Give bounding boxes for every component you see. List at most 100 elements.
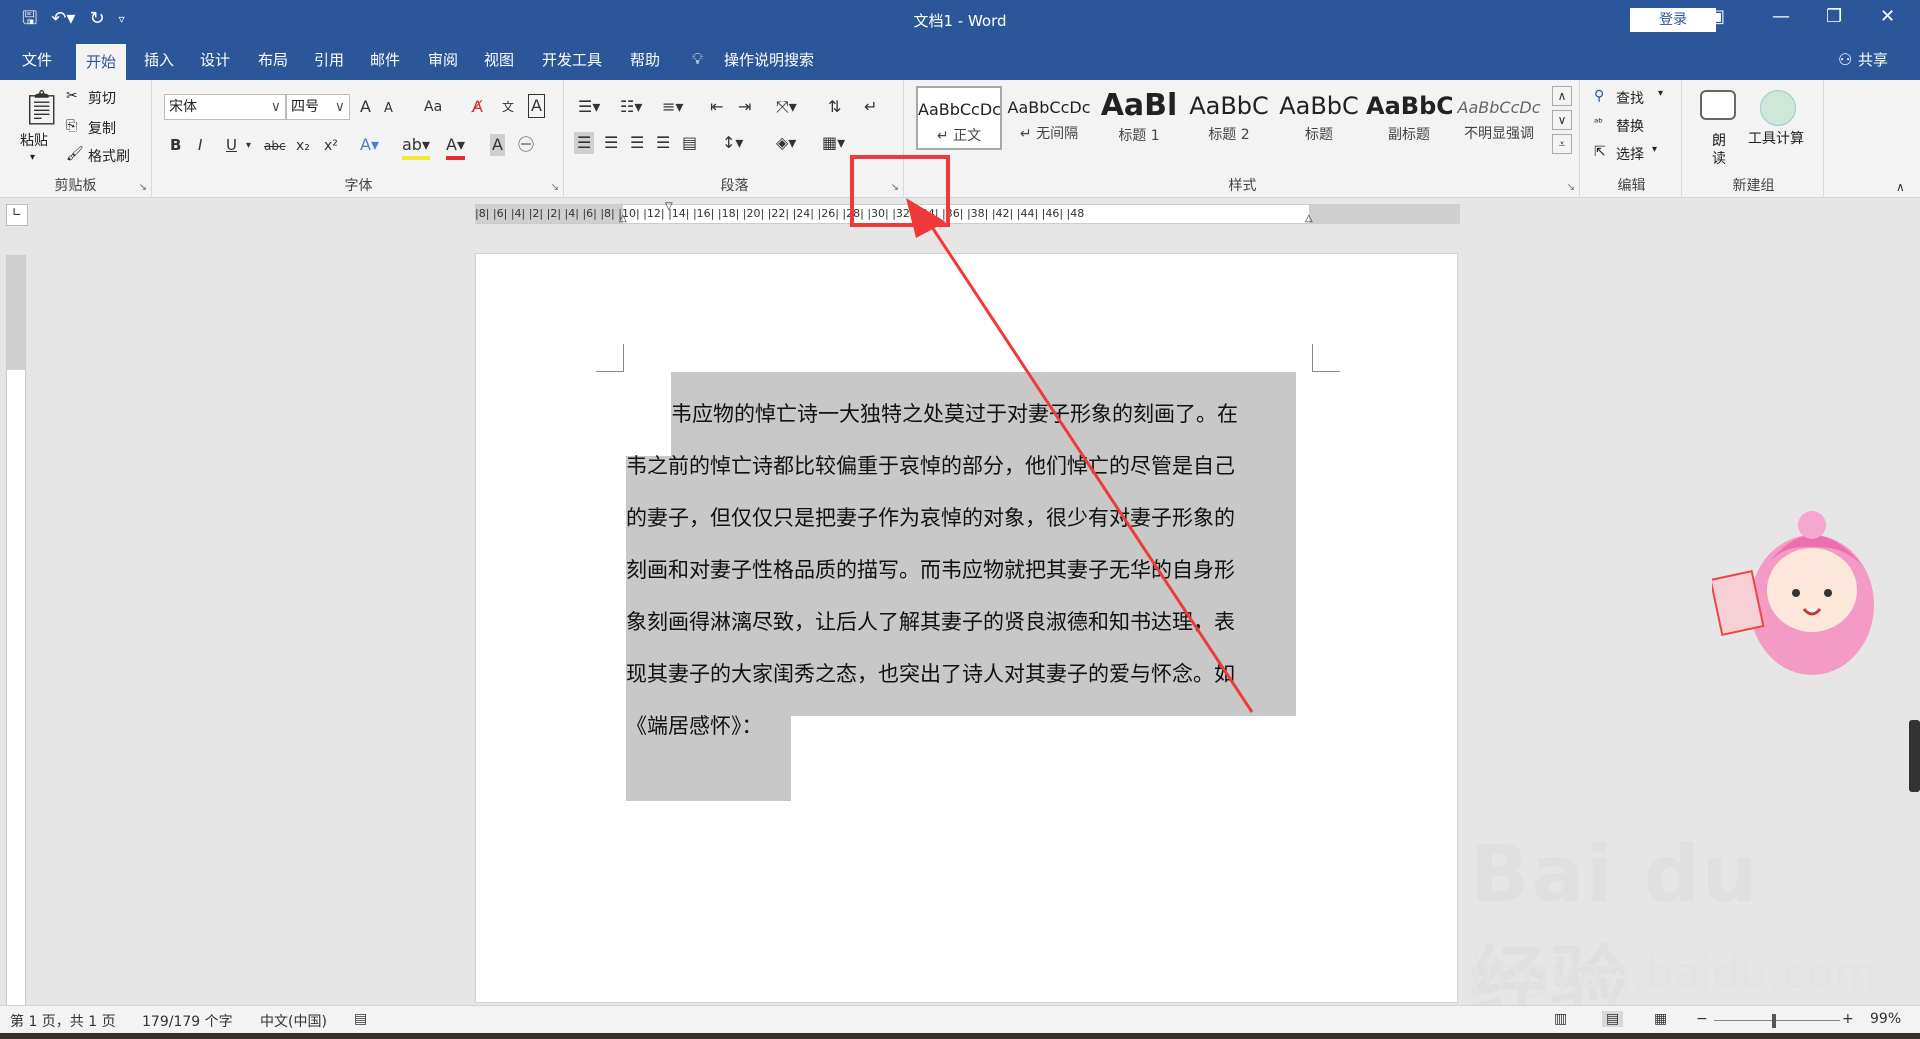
phonetic-guide-icon[interactable]: 文 [502, 96, 514, 118]
increase-indent-icon[interactable]: ⇥ [738, 96, 751, 118]
minimize-icon[interactable]: — [1772, 6, 1790, 27]
chevron-down-icon[interactable]: ∨ [271, 95, 281, 119]
tab-developer[interactable]: 开发工具 [532, 40, 612, 80]
first-line-indent-marker[interactable]: ▽ [665, 201, 673, 212]
justify-icon[interactable]: ☰ [656, 132, 670, 154]
underline-dropdown-icon[interactable]: ▾ [246, 135, 251, 157]
language[interactable]: 中文(中国) [260, 1011, 327, 1031]
clipboard-launcher-icon[interactable]: ↘ [139, 182, 147, 193]
paste-icon[interactable]: 📋︎ [20, 88, 63, 128]
clear-formatting-icon[interactable]: A̸ [472, 96, 483, 118]
align-center-icon[interactable]: ☰ [604, 132, 618, 154]
paste-button[interactable]: 粘贴 [20, 130, 48, 150]
align-right-icon[interactable]: ☰ [630, 132, 644, 154]
paste-dropdown-icon[interactable]: ▾ [30, 152, 35, 163]
tab-design[interactable]: 设计 [190, 40, 240, 80]
tab-help[interactable]: 帮助 [620, 40, 670, 80]
zoom-in-icon[interactable]: + [1842, 1011, 1854, 1027]
chinese-layout-icon[interactable]: ⤧▾ [776, 96, 797, 118]
tab-insert[interactable]: 插入 [134, 40, 184, 80]
text-effects-icon[interactable]: A▾ [360, 134, 379, 156]
zoom-level[interactable]: 99% [1870, 1011, 1901, 1027]
zoom-slider[interactable] [1714, 1020, 1840, 1021]
print-layout-icon[interactable]: ▤ [1602, 1011, 1624, 1027]
ribbon-display-options-icon[interactable]: ▣ [1708, 6, 1725, 27]
web-layout-icon[interactable]: ▦ [1654, 1011, 1667, 1027]
font-color-icon[interactable]: A▾ [446, 134, 465, 160]
find-button[interactable]: 查找 [1616, 88, 1644, 108]
bold-button[interactable]: B [170, 134, 181, 156]
decrease-indent-icon[interactable]: ⇤ [710, 96, 723, 118]
strikethrough-button[interactable]: abc [264, 135, 286, 157]
highlight-icon[interactable]: ab▾ [402, 134, 430, 160]
tab-file[interactable]: 文件 [12, 40, 62, 80]
tool-calc-button[interactable]: 工具计算 [1748, 128, 1804, 148]
close-icon[interactable]: ✕ [1880, 6, 1895, 27]
style-heading-2[interactable]: AaBbC 标题 2 [1186, 86, 1272, 150]
font-name-combo[interactable]: 宋体 ∨ [164, 94, 286, 120]
document-paragraph[interactable]: 韦应物的悼亡诗一大独特之处莫过于对妻子形象的刻画了。在 韦之前的悼亡诗都比较偏重… [626, 388, 1296, 752]
share-button[interactable]: 共享 [1858, 40, 1888, 80]
tab-view[interactable]: 视图 [474, 40, 524, 80]
style-no-spacing[interactable]: AaBbCcDc ↵ 无间隔 [1006, 86, 1092, 150]
font-size-combo[interactable]: 四号 ∨ [286, 94, 350, 120]
copy-button[interactable]: 复制 [88, 118, 116, 138]
change-case-button[interactable]: Aa [424, 96, 442, 118]
tab-review[interactable]: 审阅 [418, 40, 468, 80]
macro-record-icon[interactable]: ▤ [354, 1011, 367, 1027]
zoom-slider-thumb[interactable] [1772, 1014, 1776, 1028]
enclose-characters-icon[interactable]: ㊀ [518, 134, 534, 156]
italic-button[interactable]: I [198, 134, 202, 156]
chevron-down-icon[interactable]: ∨ [335, 95, 345, 119]
tab-layout[interactable]: 布局 [248, 40, 298, 80]
tab-home[interactable]: 开始 [76, 44, 127, 80]
page-count[interactable]: 第 1 页，共 1 页 [10, 1011, 116, 1031]
shading-icon[interactable]: ◈▾ [776, 132, 796, 154]
styles-scroll-down-icon[interactable]: ∨ [1552, 110, 1572, 130]
superscript-button[interactable]: x² [324, 135, 338, 157]
multilevel-list-icon[interactable]: ≡▾ [662, 96, 683, 118]
styles-more-icon[interactable]: ⩡ [1552, 134, 1572, 154]
replace-button[interactable]: 替换 [1616, 116, 1644, 136]
style-subtitle[interactable]: AaBbC 副标题 [1366, 86, 1452, 150]
tool-calc-icon[interactable] [1760, 90, 1796, 126]
borders-icon[interactable]: ▦▾ [822, 132, 845, 154]
underline-button[interactable]: U [226, 134, 237, 156]
distributed-icon[interactable]: ▤ [682, 132, 697, 154]
character-shading-icon[interactable]: A [490, 134, 505, 156]
side-widget[interactable] [1909, 720, 1920, 792]
vertical-ruler[interactable] [6, 255, 26, 1005]
restore-icon[interactable]: ❐ [1826, 6, 1842, 27]
select-button[interactable]: 选择 [1616, 144, 1644, 164]
zoom-out-icon[interactable]: − [1696, 1011, 1708, 1027]
numbering-icon[interactable]: ☷▾ [620, 96, 642, 118]
tab-references[interactable]: 引用 [304, 40, 354, 80]
bullets-icon[interactable]: ☰▾ [578, 96, 600, 118]
find-dropdown-icon[interactable]: ▾ [1658, 88, 1663, 99]
shrink-font-button[interactable]: A [384, 98, 393, 120]
word-count[interactable]: 179/179 个字 [142, 1011, 233, 1031]
select-dropdown-icon[interactable]: ▾ [1652, 144, 1657, 155]
tab-mailings[interactable]: 邮件 [360, 40, 410, 80]
styles-scroll-up-icon[interactable]: ∧ [1552, 86, 1572, 106]
grow-font-button[interactable]: A [360, 96, 371, 118]
sort-icon[interactable]: ⇅ [828, 96, 841, 118]
cut-button[interactable]: 剪切 [88, 88, 116, 108]
align-left-icon[interactable]: ☰ [574, 132, 595, 154]
style-normal[interactable]: AaBbCcDc ↵ 正文 [916, 86, 1002, 150]
subscript-button[interactable]: x₂ [296, 135, 310, 157]
style-title[interactable]: AaBbC 标题 [1276, 86, 1362, 150]
right-indent-marker[interactable]: △ [1305, 213, 1313, 224]
line-spacing-icon[interactable]: ↕▾ [722, 132, 743, 154]
hanging-indent-marker[interactable]: △ [619, 213, 627, 224]
style-heading-1[interactable]: AaBl 标题 1 [1096, 86, 1182, 150]
character-border-icon[interactable]: A [528, 94, 545, 118]
read-mode-icon[interactable]: ▥ [1554, 1011, 1567, 1027]
read-aloud-icon[interactable] [1700, 90, 1736, 120]
collapse-ribbon-icon[interactable]: ∧ [1896, 176, 1905, 198]
styles-launcher-icon[interactable]: ↘ [1567, 182, 1575, 193]
tell-me-search[interactable]: 操作说明搜索 [724, 40, 814, 80]
style-subtle-emphasis[interactable]: AaBbCcDc 不明显强调 [1456, 86, 1542, 150]
read-aloud-label-2[interactable]: 读 [1712, 148, 1726, 168]
document-page[interactable]: 韦应物的悼亡诗一大独特之处莫过于对妻子形象的刻画了。在 韦之前的悼亡诗都比较偏重… [475, 253, 1458, 1003]
